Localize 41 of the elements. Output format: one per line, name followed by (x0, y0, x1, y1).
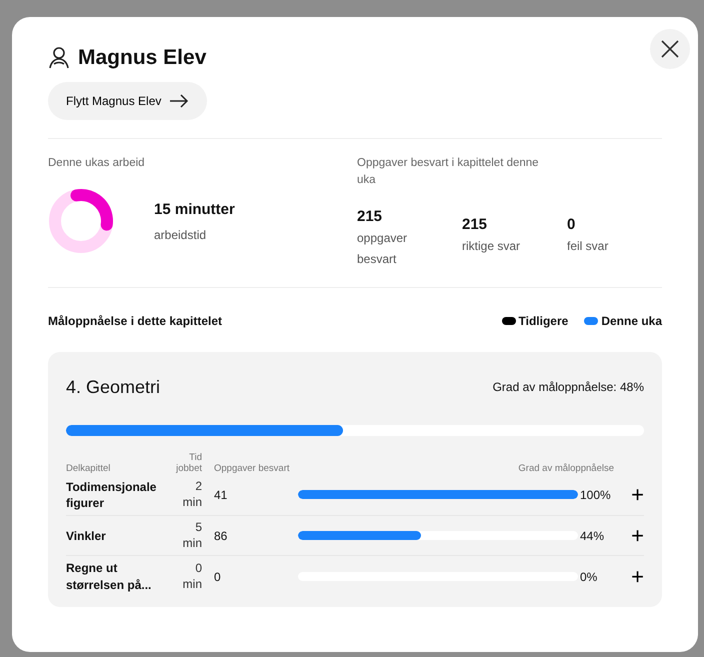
stat-value: 215 (357, 206, 384, 227)
column-header: Oppgaver besvart (213, 463, 291, 475)
column-header: Tid jobbet (174, 452, 202, 475)
answered-cell-text: 0 (213, 568, 222, 586)
time-cell-text: 2 min (182, 479, 202, 511)
section-heading: Måloppnåelse i dette kapittelet (48, 312, 222, 330)
time-label: arbeidstid (154, 226, 208, 244)
answered-cell-text: 86 (213, 528, 228, 545)
column-header: Grad av måloppnåelse (517, 463, 615, 475)
time-cell-text: 5 min (182, 520, 202, 552)
time-value: 15 minutter (154, 200, 235, 220)
move-student-button[interactable]: Flytt Magnus Elev (48, 82, 208, 120)
subchapter-name: Todimensjonale figurer (66, 478, 158, 512)
percent-cell-text: 0% (579, 568, 598, 586)
stat-label: oppgaver besvart (357, 230, 408, 268)
close-icon (661, 40, 679, 58)
column-header: Delkapittel (66, 463, 112, 475)
student-name: Magnus Elev (78, 45, 206, 70)
section-heading: Oppgaver besvart i kapittelet denne uka (357, 156, 540, 188)
stat-value: 0 (567, 214, 576, 235)
percent-cell-text: 100% (579, 486, 612, 504)
chapter-title: 4. Geometri (66, 376, 160, 399)
close-button[interactable] (650, 29, 690, 69)
legend-label: Tidligere (518, 312, 568, 330)
expand-button[interactable]: + (618, 524, 644, 547)
goal-summary: Grad av måloppnåelse: 48% (492, 379, 644, 396)
time-cell-text: 0 min (182, 560, 202, 592)
section-heading: Denne ukas arbeid (48, 156, 146, 172)
percent-cell-text: 44% (579, 528, 606, 545)
answered-cell-text: 41 (213, 486, 228, 504)
expand-button[interactable]: + (618, 566, 644, 588)
expand-button[interactable]: + (618, 484, 644, 506)
time-donut (48, 188, 114, 254)
subchapter-name: Regne ut størrelsen på... (66, 560, 152, 593)
stat-value: 215 (462, 214, 488, 235)
stat-label: feil svar (567, 238, 610, 256)
stat-label: riktige svar (462, 238, 522, 256)
subchapter-name: Vinkler (66, 528, 107, 544)
person-icon (48, 46, 70, 70)
arrow-right-icon (169, 94, 190, 108)
legend-label: Denne uka (601, 312, 662, 330)
